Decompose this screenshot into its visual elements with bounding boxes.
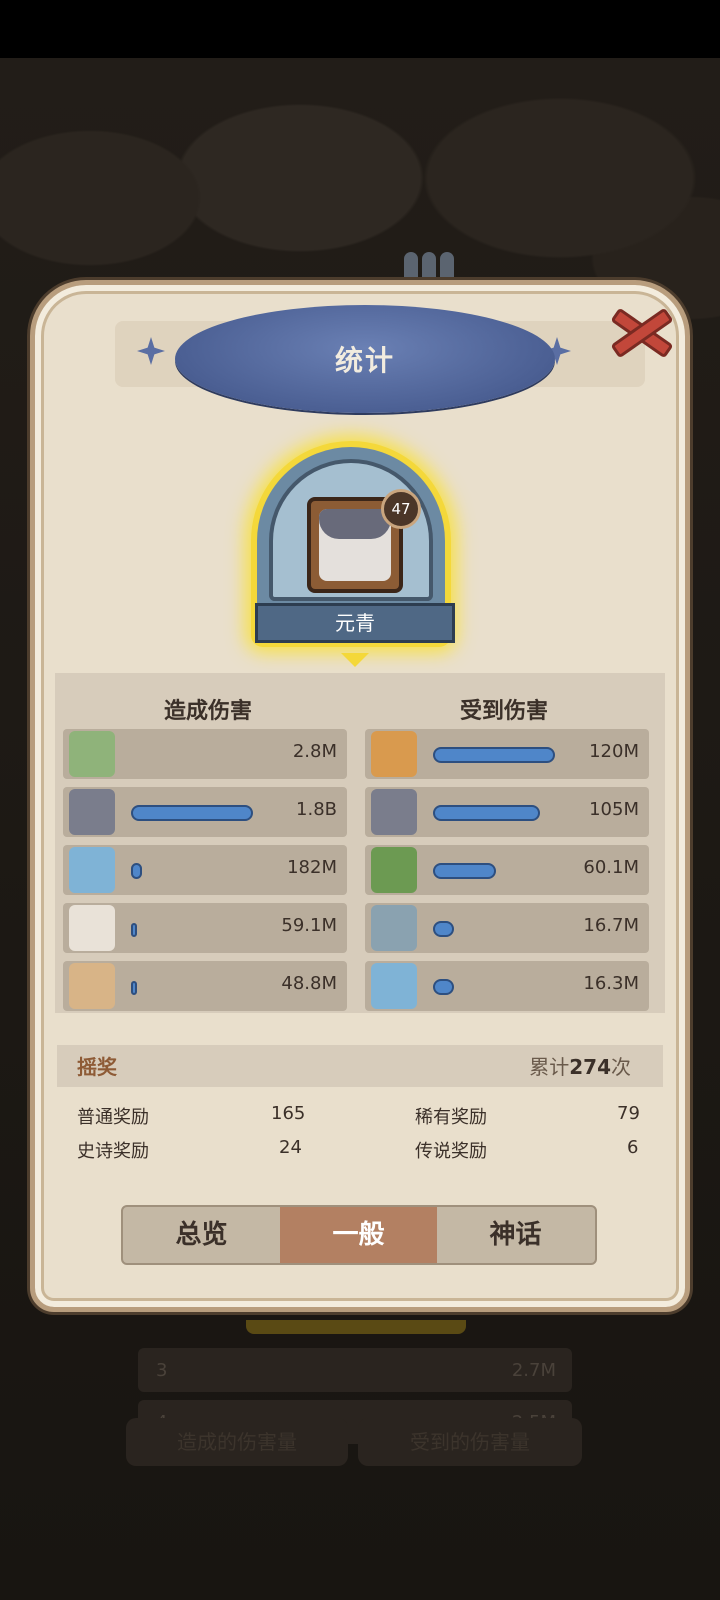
background-rank-row: 3 2.7M	[138, 1348, 572, 1392]
robot-hero-icon	[371, 905, 417, 951]
damage-bar	[131, 923, 137, 937]
damage-taken-row: 16.3M	[365, 961, 649, 1011]
reward-legend-label: 传说奖励	[415, 1141, 487, 1162]
status-bar	[0, 0, 720, 58]
reward-common-label: 普通奖励	[77, 1107, 149, 1128]
damage-dealt-row: 1.8B	[63, 787, 347, 837]
damage-bar	[433, 747, 555, 763]
blue-swirl-hero-icon	[371, 963, 417, 1009]
blue-swirl-hero-icon	[69, 847, 115, 893]
selection-pointer-icon	[341, 653, 369, 667]
reward-rare-label: 稀有奖励	[415, 1107, 487, 1128]
damage-bar	[433, 805, 540, 821]
damage-dealt-row: 48.8M	[63, 961, 347, 1011]
damage-taken-row: 60.1M	[365, 845, 649, 895]
hero-name: 元青	[255, 603, 455, 643]
tan-cat-hero-icon	[69, 963, 115, 1009]
lottery-total: 累计274次	[529, 1051, 631, 1080]
background-damage-taken-button: 受到的伤害量	[358, 1418, 582, 1466]
tab-general[interactable]: 一般	[280, 1207, 437, 1263]
lottery-title: 摇奖	[77, 1055, 117, 1079]
background-rank: 3	[156, 1360, 168, 1381]
background-damage-dealt-button: 造成的伤害量	[126, 1418, 348, 1466]
gray-cat-hero-icon	[69, 789, 115, 835]
damage-value: 120M	[589, 741, 639, 762]
damage-value: 105M	[589, 799, 639, 820]
damage-dealt-row: 2.8M	[63, 729, 347, 779]
damage-bar	[433, 921, 454, 937]
damage-value: 182M	[287, 857, 337, 878]
tab-overview[interactable]: 总览	[123, 1207, 280, 1263]
close-icon[interactable]	[605, 303, 679, 363]
damage-bar	[433, 863, 496, 879]
gray-cat-hero-icon	[371, 789, 417, 835]
damage-value: 2.8M	[292, 741, 337, 762]
orange-cat-hero-icon	[371, 731, 417, 777]
damage-bar	[433, 979, 454, 995]
background-value: 2.7M	[511, 1360, 556, 1381]
damage-dealt-row: 59.1M	[63, 903, 347, 953]
statistics-dialog: 统计 47 元青 造成伤害 受到伤害 2.8M 1.8B 182M 59.1M 48.8…	[30, 280, 690, 1312]
hero-level-badge: 47	[381, 489, 421, 529]
damage-taken-row: 120M	[365, 729, 649, 779]
damage-bar	[131, 863, 142, 879]
damage-bar	[131, 805, 253, 821]
damage-bar	[131, 981, 137, 995]
reward-legend-value: 6	[627, 1137, 639, 1158]
damage-taken-title: 受到伤害	[459, 699, 548, 724]
lottery-total-prefix: 累计	[529, 1055, 570, 1079]
damage-value: 16.3M	[583, 973, 639, 994]
green-frog-hero-icon	[371, 847, 417, 893]
damage-taken-row: 16.7M	[365, 903, 649, 953]
tab-mythic[interactable]: 神话	[437, 1207, 594, 1263]
lottery-total-suffix: 次	[611, 1055, 631, 1079]
lottery-total-count: 274	[569, 1055, 611, 1079]
damage-value: 1.8B	[296, 799, 337, 820]
reward-epic-value: 24	[279, 1137, 302, 1158]
reward-common-value: 165	[271, 1103, 306, 1124]
reward-rare-value: 79	[617, 1103, 640, 1124]
damage-value: 60.1M	[583, 857, 639, 878]
damage-value: 59.1M	[281, 915, 337, 936]
green-hat-hero-icon	[69, 731, 115, 777]
white-cat-hero-icon	[69, 905, 115, 951]
damage-value: 16.7M	[583, 915, 639, 936]
tab-bar: 总览 一般 神话	[121, 1205, 597, 1265]
dialog-title: 统计	[334, 344, 395, 377]
damage-value: 48.8M	[281, 973, 337, 994]
damage-taken-row: 105M	[365, 787, 649, 837]
damage-dealt-row: 182M	[63, 845, 347, 895]
background-yellow-strip	[246, 1320, 466, 1334]
damage-dealt-title: 造成伤害	[163, 699, 252, 724]
reward-epic-label: 史诗奖励	[77, 1141, 149, 1162]
